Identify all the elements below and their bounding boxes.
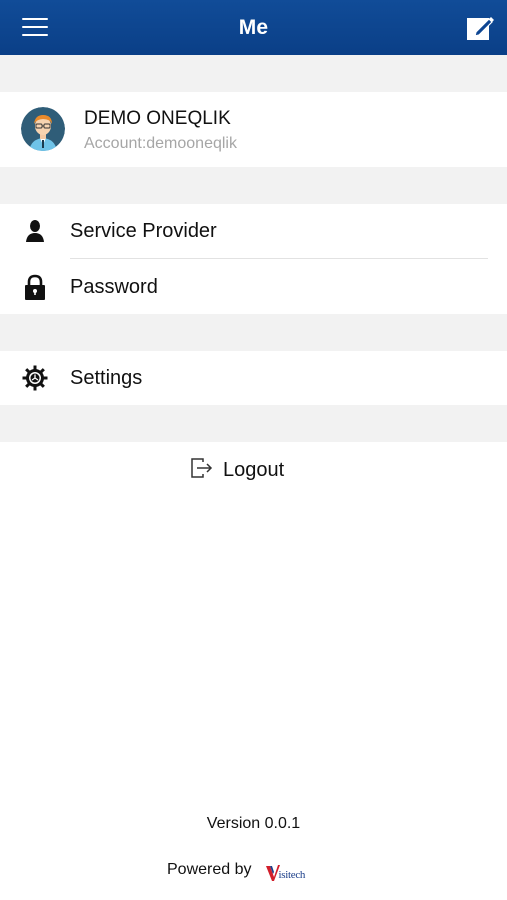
- profile-account: Account:demooneqlik: [84, 135, 237, 152]
- menu-bar: [22, 34, 48, 36]
- menu-bar: [22, 26, 48, 28]
- settings-label: Settings: [70, 367, 143, 389]
- user-avatar-icon: [21, 107, 65, 151]
- powered-by: Powered by isitech: [167, 859, 305, 881]
- logout-label: Logout: [223, 458, 285, 481]
- gear-icon: [22, 365, 48, 391]
- menu-bar: [22, 18, 48, 20]
- section-gap: [0, 314, 507, 351]
- service-provider-item[interactable]: Service Provider: [0, 204, 507, 258]
- password-label: Password: [70, 276, 158, 298]
- settings-section: Settings: [0, 351, 507, 405]
- page-title: Me: [238, 15, 269, 39]
- lock-icon: [22, 274, 48, 300]
- logout-icon: [190, 457, 214, 484]
- hamburger-menu-button[interactable]: [20, 15, 50, 39]
- profile-name: DEMO ONEQLIK: [84, 108, 231, 129]
- service-provider-label: Service Provider: [70, 220, 217, 242]
- password-item[interactable]: Password: [0, 260, 507, 314]
- logout-button[interactable]: Logout: [190, 455, 284, 485]
- person-icon: [22, 218, 48, 244]
- section-gap: [0, 405, 507, 442]
- brand-logo: isitech: [265, 859, 306, 881]
- edit-icon[interactable]: [465, 12, 495, 42]
- section-gap: [0, 167, 507, 204]
- account-section: Service Provider Password: [0, 204, 507, 314]
- brand-wordmark: isitech: [278, 869, 306, 881]
- version-text: Version 0.0.1: [206, 815, 301, 832]
- app-header: Me: [0, 0, 507, 55]
- profile-card[interactable]: DEMO ONEQLIK Account:demooneqlik: [0, 92, 507, 167]
- powered-by-label: Powered by: [167, 861, 252, 878]
- row-divider: [70, 258, 488, 259]
- section-gap: [0, 55, 507, 92]
- brand-mark-icon: [265, 865, 280, 881]
- settings-item[interactable]: Settings: [0, 351, 507, 405]
